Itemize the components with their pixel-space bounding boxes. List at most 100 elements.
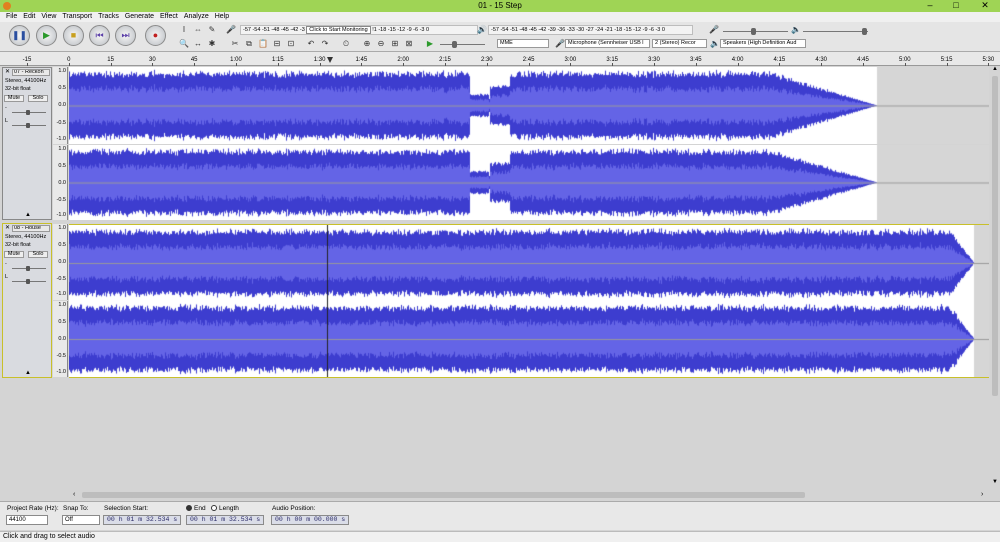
silence-icon[interactable]: ⊡ xyxy=(285,38,297,49)
menu-help[interactable]: Help xyxy=(215,12,229,22)
waveform-right-channel[interactable] xyxy=(69,301,989,378)
trim-icon[interactable]: ⊟ xyxy=(271,38,283,49)
close-button[interactable]: ✕ xyxy=(970,0,1000,12)
vertical-scroll-thumb[interactable] xyxy=(992,76,998,396)
scroll-right-icon[interactable]: › xyxy=(981,491,983,498)
menu-effect[interactable]: Effect xyxy=(160,12,178,22)
pan-knob[interactable] xyxy=(26,123,30,128)
scroll-up-icon[interactable]: ▲ xyxy=(992,66,998,72)
fit-selection-icon[interactable]: ⊞ xyxy=(389,38,401,49)
mute-button[interactable]: Mute xyxy=(4,95,24,102)
length-radio[interactable] xyxy=(211,505,217,511)
zoom-out-icon[interactable]: ⊖ xyxy=(375,38,387,49)
scale-label: 0.5 xyxy=(58,242,66,248)
mute-button[interactable]: Mute xyxy=(4,251,24,258)
track-name-menu[interactable]: 07 - Reckon xyxy=(12,69,50,76)
skip-start-icon: ⏮ xyxy=(95,30,104,40)
scale-label: 1.0 xyxy=(58,302,66,308)
record-button[interactable]: ● xyxy=(145,25,166,46)
solo-button[interactable]: Solo xyxy=(28,251,48,258)
input-volume-knob[interactable] xyxy=(751,28,756,35)
zoom-in-icon[interactable]: ⊕ xyxy=(361,38,373,49)
gain-knob[interactable] xyxy=(26,266,30,271)
ruler-tick xyxy=(946,63,948,66)
input-channels-select[interactable]: 2 (Stereo) Recor xyxy=(652,39,707,48)
multi-tool-icon[interactable]: ✱ xyxy=(206,38,218,49)
collapse-track-icon[interactable]: ▲ xyxy=(25,370,31,376)
ruler-tick xyxy=(779,63,781,66)
scroll-down-icon[interactable]: ▼ xyxy=(992,479,998,485)
toolbar: ❚❚ ▶ ■ ⏮ ⏭ ● I ⇔ ✎ 🔍 ↔ ✱ 🎤 -57 -54 -51 -… xyxy=(0,22,1000,52)
pan-knob[interactable] xyxy=(26,279,30,284)
amplitude-scale: 1.0 0.5 0.0 -0.5 -1.0 xyxy=(53,67,68,144)
timeline-ruler[interactable]: -15 0 15 30 45 1:00 1:15 1:30 1:45 2:00 2:15 2:30 2:… xyxy=(0,52,1000,66)
play-speed-slider[interactable] xyxy=(440,44,485,45)
waveform-left-channel[interactable] xyxy=(69,224,989,301)
output-volume-icon: 🔈 xyxy=(791,25,801,34)
maximize-button[interactable]: □ xyxy=(943,0,969,12)
selection-end-time[interactable]: 00 h 01 m 32.534 s xyxy=(186,515,264,525)
end-radio[interactable] xyxy=(186,505,192,511)
track-name-menu[interactable]: 08 - House xyxy=(12,225,50,232)
zoom-tool-icon[interactable]: 🔍 xyxy=(178,38,190,49)
undo-icon[interactable]: ↶ xyxy=(305,38,317,49)
input-device-select[interactable]: Microphone (Sennheiser USB l xyxy=(565,39,650,48)
vertical-scrollbar[interactable]: ▲ ▼ xyxy=(990,66,1000,488)
menu-transport[interactable]: Transport xyxy=(62,12,92,22)
stop-icon: ■ xyxy=(70,30,77,40)
skip-start-button[interactable]: ⏮ xyxy=(89,25,110,46)
audio-host-select[interactable]: MME xyxy=(497,39,549,48)
record-meter[interactable]: -57 -54 -51 -48 -45 -42 -3 Click to Star… xyxy=(240,25,478,35)
gain-knob[interactable] xyxy=(26,110,30,115)
menu-file[interactable]: File xyxy=(6,12,17,22)
menu-view[interactable]: View xyxy=(41,12,56,22)
play-button[interactable]: ▶ xyxy=(36,25,57,46)
scale-label: -0.5 xyxy=(56,197,66,203)
scroll-left-icon[interactable]: ‹ xyxy=(73,491,75,498)
audio-position-time[interactable]: 00 h 00 m 00.000 s xyxy=(271,515,349,525)
output-volume-knob[interactable] xyxy=(862,28,867,35)
sync-lock-icon[interactable]: ⏲ xyxy=(340,38,352,49)
timeshift-tool-icon[interactable]: ↔ xyxy=(192,38,204,49)
selection-start-time[interactable]: 00 h 01 m 32.534 s xyxy=(103,515,181,525)
cut-icon[interactable]: ✂ xyxy=(229,38,241,49)
audio-position-label: Audio Position: xyxy=(272,505,316,512)
paste-icon[interactable]: 📋 xyxy=(257,38,269,49)
solo-button[interactable]: Solo xyxy=(28,95,48,102)
draw-tool-icon[interactable]: ✎ xyxy=(206,24,218,35)
output-volume-slider[interactable] xyxy=(803,31,868,32)
scale-label: 0.0 xyxy=(58,259,66,265)
end-label: End xyxy=(194,505,206,512)
fit-project-icon[interactable]: ⊠ xyxy=(403,38,415,49)
skip-end-button[interactable]: ⏭ xyxy=(115,25,136,46)
menu-generate[interactable]: Generate xyxy=(125,12,154,22)
collapse-track-icon[interactable]: ▲ xyxy=(25,212,31,218)
start-monitoring-prompt[interactable]: Click to Start Monitoring xyxy=(306,26,371,34)
waveform-right-channel[interactable] xyxy=(69,145,989,220)
horizontal-scroll-thumb[interactable] xyxy=(82,492,805,498)
playback-meter[interactable]: -57 -54 -51 -48 -45 -42 -39 -36 -33 -30 … xyxy=(488,25,693,35)
minimize-button[interactable]: – xyxy=(917,0,943,12)
speaker-icon: 🔊 xyxy=(477,25,487,34)
menu-edit[interactable]: Edit xyxy=(23,12,35,22)
play-at-speed-icon[interactable]: ▶ xyxy=(424,38,436,49)
stop-button[interactable]: ■ xyxy=(63,25,84,46)
redo-icon[interactable]: ↷ xyxy=(319,38,331,49)
selection-tool-icon[interactable]: I xyxy=(178,24,190,35)
menu-analyze[interactable]: Analyze xyxy=(184,12,209,22)
menu-tracks[interactable]: Tracks xyxy=(98,12,119,22)
waveform-left-channel[interactable] xyxy=(69,67,989,144)
horizontal-scrollbar[interactable]: ‹ › xyxy=(0,490,1000,500)
close-track-icon[interactable]: ✕ xyxy=(4,69,11,76)
window-title: 01 - 15 Step xyxy=(478,1,522,10)
close-track-icon[interactable]: ✕ xyxy=(4,225,11,232)
snap-to-select[interactable]: Off xyxy=(62,515,100,525)
output-device-select[interactable]: Speakers (High Definition Aud xyxy=(720,39,806,48)
mic-volume-icon: 🎤 xyxy=(709,25,719,34)
playhead-marker[interactable] xyxy=(327,57,333,63)
pause-button[interactable]: ❚❚ xyxy=(9,25,30,46)
play-speed-knob[interactable] xyxy=(452,41,457,48)
copy-icon[interactable]: ⧉ xyxy=(243,38,255,49)
project-rate-select[interactable]: 44100 xyxy=(6,515,48,525)
envelope-tool-icon[interactable]: ⇔ xyxy=(192,24,204,35)
